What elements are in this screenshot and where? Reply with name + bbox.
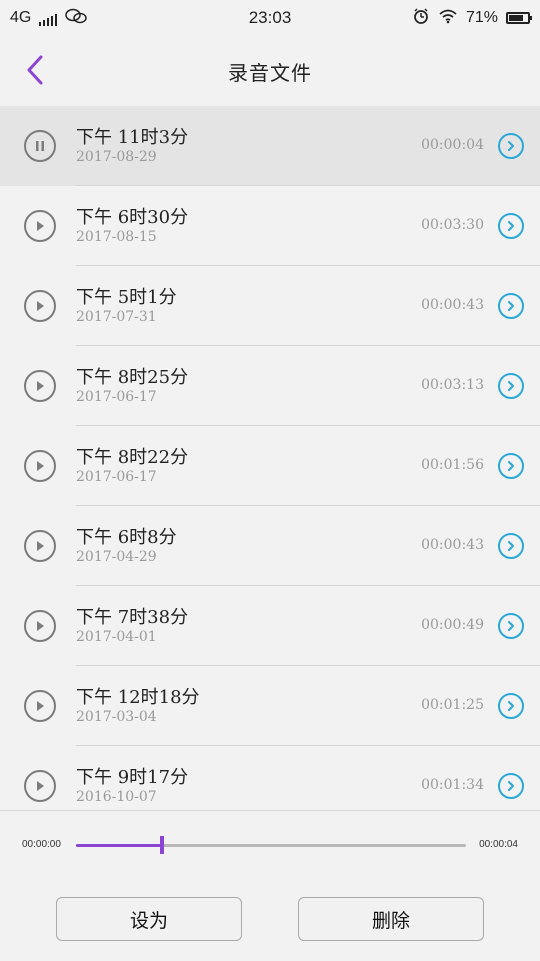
wechat-icon: [65, 8, 88, 29]
recording-row[interactable]: 下午 12时18分 2017-03-04 00:01:25: [0, 666, 540, 746]
details-button[interactable]: [498, 453, 524, 479]
chevron-right-icon: [508, 781, 514, 791]
details-button[interactable]: [498, 373, 524, 399]
details-button[interactable]: [498, 773, 524, 799]
recording-date: 2017-07-31: [76, 309, 157, 325]
details-button[interactable]: [498, 213, 524, 239]
delete-button[interactable]: 删除: [298, 897, 484, 941]
play-button[interactable]: [24, 770, 56, 802]
details-button[interactable]: [498, 133, 524, 159]
chevron-right-icon: [508, 621, 514, 631]
recording-date: 2017-04-29: [76, 549, 157, 565]
alarm-icon: [412, 7, 430, 30]
recording-duration: 00:00:04: [421, 137, 484, 153]
play-icon: [37, 461, 44, 471]
recording-row[interactable]: 下午 6时8分 2017-04-29 00:00:43: [0, 506, 540, 586]
chevron-right-icon: [508, 381, 514, 391]
play-button[interactable]: [24, 690, 56, 722]
recording-date: 2017-06-17: [76, 469, 157, 485]
recording-title: 下午 6时8分: [76, 527, 177, 548]
network-label: 4G: [10, 9, 32, 26]
battery-level: [509, 15, 523, 21]
page-title: 录音文件: [228, 60, 312, 85]
recording-title: 下午 8时22分: [76, 447, 189, 468]
recording-title: 下午 6时30分: [76, 207, 189, 228]
chevron-right-icon: [508, 541, 514, 551]
signal-icon: [39, 10, 58, 26]
play-button[interactable]: [24, 290, 56, 322]
chevron-right-icon: [508, 301, 514, 311]
recording-title: 下午 7时38分: [76, 607, 189, 628]
recording-title: 下午 9时17分: [76, 767, 189, 788]
recording-duration: 00:01:34: [421, 777, 484, 793]
recording-duration: 00:01:25: [421, 697, 484, 713]
recording-row[interactable]: 下午 6时30分 2017-08-15 00:03:30: [0, 186, 540, 266]
pause-button[interactable]: [24, 130, 56, 162]
recording-title: 下午 8时25分: [76, 367, 189, 388]
wifi-icon: [438, 8, 458, 29]
battery-percent: 71%: [465, 9, 498, 26]
details-button[interactable]: [498, 613, 524, 639]
recording-duration: 00:01:56: [421, 457, 484, 473]
chevron-right-icon: [508, 141, 514, 151]
recording-title: 下午 12时18分: [76, 687, 200, 708]
recording-row[interactable]: 下午 8时25分 2017-06-17 00:03:13: [0, 346, 540, 426]
progress-fill: [76, 844, 162, 847]
pause-icon: [36, 141, 44, 151]
progress-thumb[interactable]: [159, 836, 164, 854]
back-button[interactable]: [18, 50, 52, 90]
recording-title: 下午 5时1分: [76, 287, 177, 308]
recording-title: 下午 11时3分: [76, 127, 189, 148]
recording-duration: 00:00:43: [421, 297, 484, 313]
play-button[interactable]: [24, 370, 56, 402]
play-icon: [37, 221, 44, 231]
play-icon: [37, 541, 44, 551]
chevron-right-icon: [508, 221, 514, 231]
play-icon: [37, 301, 44, 311]
play-icon: [37, 781, 44, 791]
action-buttons: 设为 删除: [56, 897, 484, 941]
chevron-right-icon: [508, 461, 514, 471]
progress-slider[interactable]: [76, 836, 466, 854]
recording-date: 2017-08-15: [76, 229, 157, 245]
recording-duration: 00:00:49: [421, 617, 484, 633]
status-bar: 4G 23:03 71%: [0, 0, 540, 36]
details-button[interactable]: [498, 533, 524, 559]
player-bar: 00:00:00 00:00:04 设为 删除: [0, 810, 540, 961]
header: 录音文件: [0, 36, 540, 107]
recording-date: 2017-06-17: [76, 389, 157, 405]
recording-date: 2017-08-29: [76, 149, 157, 165]
chevron-right-icon: [508, 701, 514, 711]
recording-date: 2017-03-04: [76, 709, 157, 725]
status-time: 23:03: [248, 8, 292, 27]
play-button[interactable]: [24, 610, 56, 642]
play-button[interactable]: [24, 210, 56, 242]
set-as-button[interactable]: 设为: [56, 897, 242, 941]
recording-row[interactable]: 下午 7时38分 2017-04-01 00:00:49: [0, 586, 540, 666]
play-button[interactable]: [24, 530, 56, 562]
recording-date: 2017-04-01: [76, 629, 157, 645]
play-icon: [37, 701, 44, 711]
battery-icon: [506, 12, 532, 24]
recording-duration: 00:03:30: [421, 217, 484, 233]
total-time: 00:00:04: [479, 839, 518, 850]
play-icon: [37, 381, 44, 391]
current-time: 00:00:00: [22, 839, 61, 850]
recording-row[interactable]: 下午 11时3分 2017-08-29 00:00:04: [0, 106, 540, 186]
recording-row[interactable]: 下午 8时22分 2017-06-17 00:01:56: [0, 426, 540, 506]
recording-row[interactable]: 下午 9时17分 2016-10-07 00:01:34: [0, 746, 540, 810]
recording-list: 下午 11时3分 2017-08-29 00:00:04 下午 6时30分 20…: [0, 106, 540, 810]
back-arrow-icon: [27, 55, 43, 85]
play-button[interactable]: [24, 450, 56, 482]
details-button[interactable]: [498, 693, 524, 719]
recording-row[interactable]: 下午 5时1分 2017-07-31 00:00:43: [0, 266, 540, 346]
details-button[interactable]: [498, 293, 524, 319]
recording-duration: 00:03:13: [421, 377, 484, 393]
recording-duration: 00:00:43: [421, 537, 484, 553]
recording-date: 2016-10-07: [76, 789, 157, 805]
play-icon: [37, 621, 44, 631]
status-left: 4G: [10, 8, 88, 29]
status-right: 71%: [412, 7, 532, 30]
